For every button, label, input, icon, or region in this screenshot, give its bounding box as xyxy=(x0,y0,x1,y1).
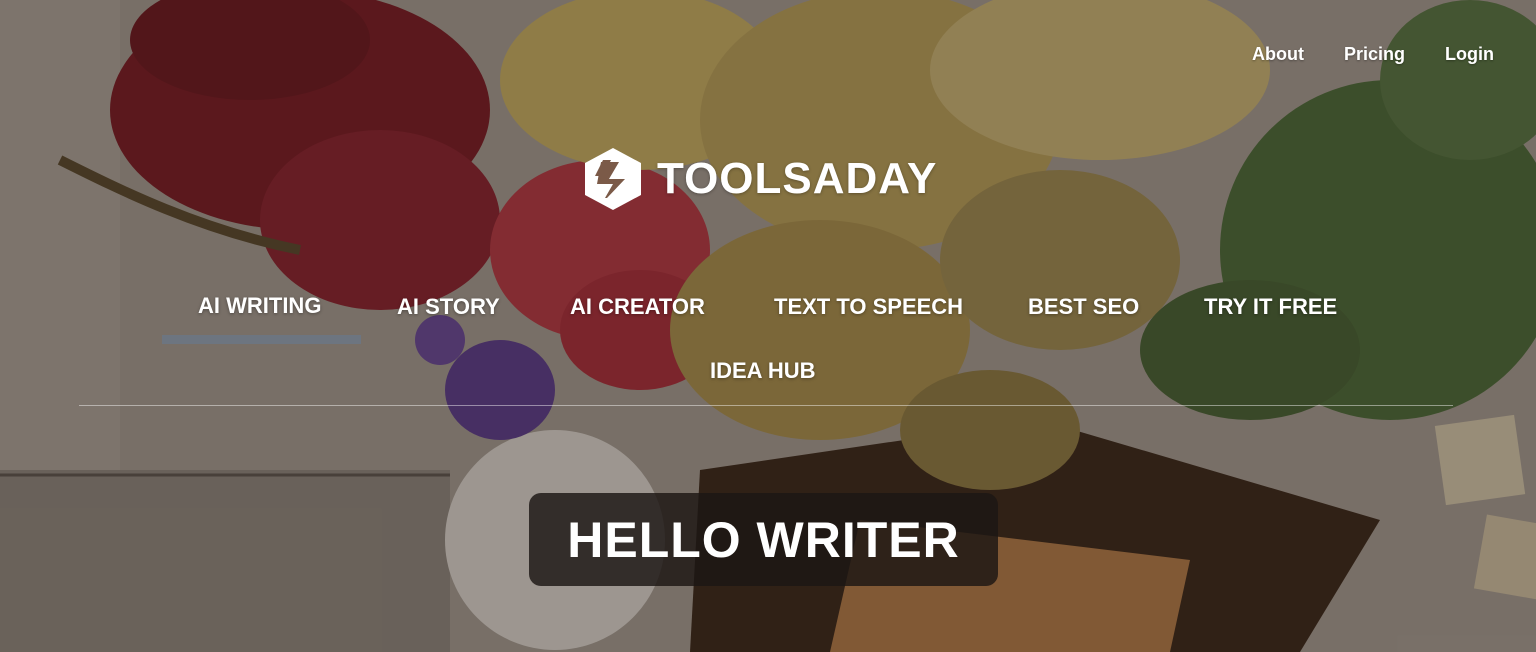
top-links: About Pricing Login xyxy=(1252,44,1494,65)
logo-wordmark: TOOLSADAY xyxy=(657,154,938,203)
site-logo[interactable]: TOOLSADAY xyxy=(583,146,937,212)
nav-item-text-to-speech[interactable]: TEXT TO SPEECH xyxy=(774,294,963,320)
login-link[interactable]: Login xyxy=(1445,44,1494,65)
nav-item-ai-story[interactable]: AI STORY xyxy=(397,294,500,320)
nav-item-try-it-free[interactable]: TRY IT FREE xyxy=(1204,294,1337,320)
toolsaday-logo-icon xyxy=(585,148,641,210)
nav-active-indicator xyxy=(162,335,361,344)
nav-divider xyxy=(79,405,1453,406)
pricing-link[interactable]: Pricing xyxy=(1344,44,1405,65)
hero-heading-box: HELLO WRITER xyxy=(529,493,998,586)
about-link[interactable]: About xyxy=(1252,44,1304,65)
nav-item-ai-writing[interactable]: AI WRITING xyxy=(198,293,321,319)
nav-item-ai-creator[interactable]: AI CREATOR xyxy=(570,294,705,320)
nav-item-idea-hub[interactable]: IDEA HUB xyxy=(710,358,816,384)
nav-item-best-seo[interactable]: BEST SEO xyxy=(1028,294,1139,320)
hero-heading: HELLO WRITER xyxy=(567,511,960,568)
